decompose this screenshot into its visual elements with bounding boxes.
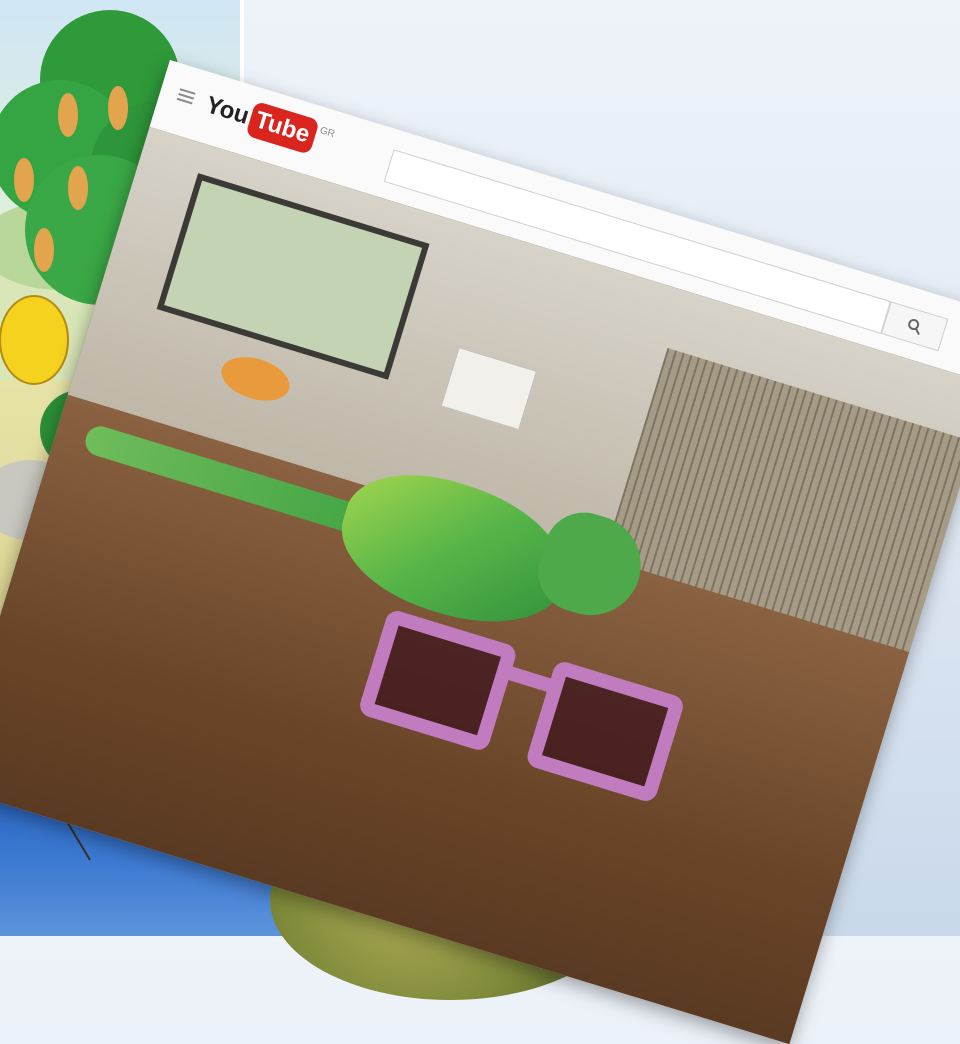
logo-you-text: You xyxy=(202,91,253,130)
hamburger-menu-icon[interactable] xyxy=(176,88,196,107)
search-icon xyxy=(908,318,920,335)
logo-tube-text: Tube xyxy=(244,100,320,155)
search-button[interactable] xyxy=(881,301,949,352)
logo-country-code: GR xyxy=(318,125,337,141)
